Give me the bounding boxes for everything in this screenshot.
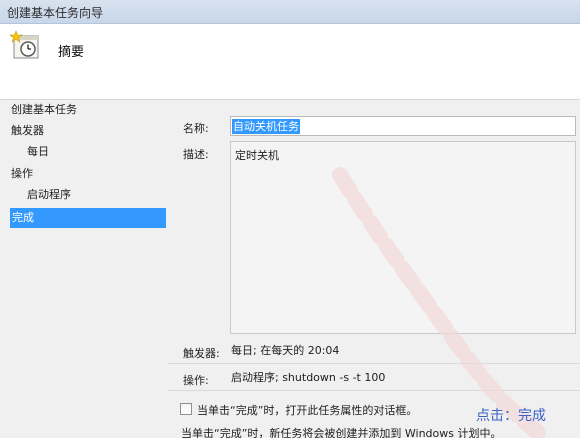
page-title: 摘要: [58, 45, 85, 60]
trigger-value: 每日; 在每天的 20:04: [231, 344, 340, 357]
task-description-field[interactable]: 定时关机: [230, 141, 576, 334]
footer-note: 当单击“完成”时，新任务将会被创建并添加到 Windows 计划中。: [181, 427, 502, 438]
trigger-label: 触发器:: [183, 347, 220, 360]
task-name-field[interactable]: 自动关机任务: [230, 116, 576, 136]
open-properties-checkbox-label[interactable]: 当单击“完成”时，打开此任务属性的对话框。: [197, 402, 417, 418]
title-bar: 创建基本任务向导: [0, 0, 580, 24]
nav-step-trigger[interactable]: 触发器: [11, 121, 166, 141]
description-label: 描述:: [183, 148, 209, 161]
task-scheduler-clock-icon: [9, 30, 39, 59]
open-properties-checkbox[interactable]: [180, 403, 192, 415]
action-label: 操作:: [183, 374, 209, 387]
click-finish-hint: 点击：完成: [476, 408, 546, 424]
wizard-header: 摘要: [0, 24, 580, 100]
nav-step-daily[interactable]: 每日: [27, 142, 166, 162]
wizard-steps-sidebar: 创建基本任务 触发器 每日 操作 启动程序 完成: [0, 100, 168, 438]
nav-step-action[interactable]: 操作: [11, 164, 166, 184]
summary-panel: 名称: 自动关机任务 描述: 定时关机 触发器: 每日; 在每天的 20:04 …: [168, 100, 580, 438]
divider: [168, 390, 580, 391]
task-description-value: 定时关机: [235, 149, 279, 162]
nav-step-start-program[interactable]: 启动程序: [27, 185, 166, 205]
divider: [168, 363, 580, 364]
name-label: 名称:: [183, 122, 209, 135]
nav-step-create-basic-task[interactable]: 创建基本任务: [11, 100, 166, 120]
nav-step-finish[interactable]: 完成: [10, 208, 166, 228]
window-title: 创建基本任务向导: [7, 6, 104, 20]
task-name-value: 自动关机任务: [232, 119, 300, 134]
action-value: 启动程序; shutdown -s -t 100: [231, 371, 386, 384]
